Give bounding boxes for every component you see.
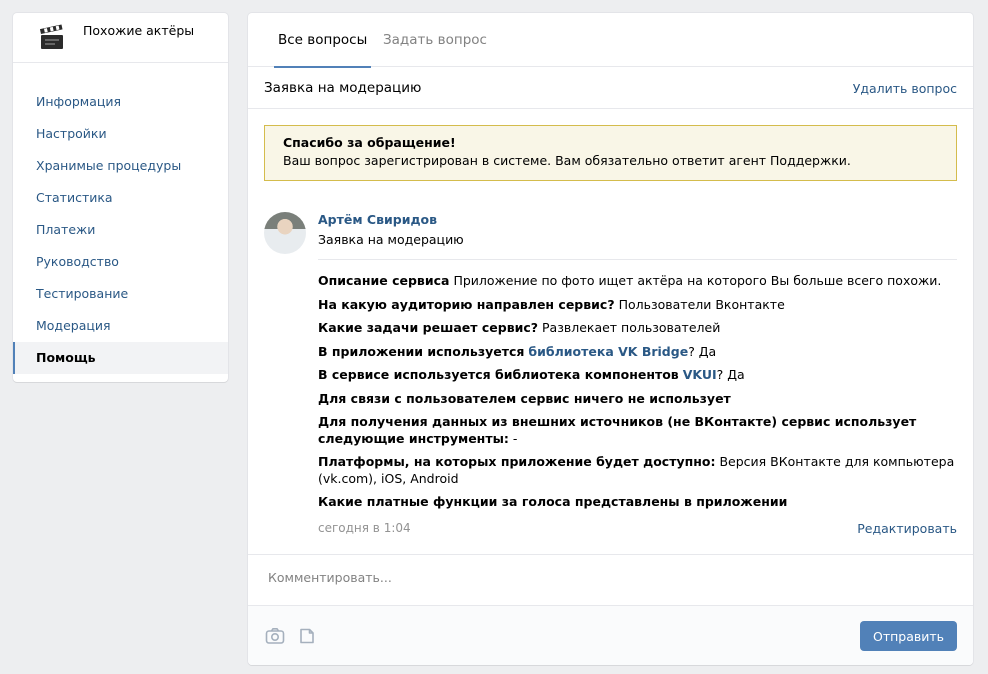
field-vk-bridge: В приложении используется библиотека VK … bbox=[318, 344, 958, 361]
notice-text: Ваш вопрос зарегистрирован в системе. Ва… bbox=[283, 153, 851, 168]
tabs-bar: Все вопросы Задать вопрос bbox=[248, 13, 973, 68]
field-value: Приложение по фото ищет актёра на которо… bbox=[453, 273, 942, 288]
sidebar-menu: Информация Настройки Хранимые процедуры … bbox=[13, 63, 228, 374]
sidebar-item-info[interactable]: Информация bbox=[13, 86, 228, 118]
ticket-title: Заявка на модерацию bbox=[264, 80, 422, 96]
field-value: Пользователи Вконтакте bbox=[618, 296, 785, 312]
field-label: На какую аудиторию направлен сервис? bbox=[318, 296, 615, 312]
camera-icon[interactable] bbox=[264, 625, 286, 647]
field-platforms: Платформы, на которых приложение будет д… bbox=[318, 454, 958, 487]
app-header: Похожие актёры bbox=[13, 13, 228, 63]
sidebar-item-settings[interactable]: Настройки bbox=[13, 118, 228, 150]
field-label: Для получения данных из внешних источник… bbox=[318, 414, 917, 446]
comment-toolbar: Отправить bbox=[248, 606, 973, 665]
field-contact: Для связи с пользователем сервис ничего … bbox=[318, 391, 958, 408]
avatar[interactable] bbox=[264, 212, 306, 254]
ticket-title-row: Заявка на модерацию Удалить вопрос bbox=[248, 67, 973, 109]
send-button[interactable]: Отправить bbox=[860, 621, 957, 651]
field-paid-features: Какие платные функции за голоса представ… bbox=[318, 494, 958, 511]
divider bbox=[318, 259, 957, 260]
help-panel: Все вопросы Задать вопрос Заявка на моде… bbox=[248, 13, 973, 665]
field-value: ? Да bbox=[716, 367, 745, 382]
sidebar-item-help[interactable]: Помощь bbox=[13, 342, 228, 374]
sidebar-item-statistics[interactable]: Статистика bbox=[13, 182, 228, 214]
clapperboard-icon bbox=[36, 22, 68, 54]
field-label: Описание сервиса bbox=[318, 273, 450, 288]
tab-ask-question[interactable]: Задать вопрос bbox=[383, 13, 487, 67]
sidebar-item-guide[interactable]: Руководство bbox=[13, 246, 228, 278]
app-name: Похожие актёры bbox=[83, 23, 195, 38]
field-vkui: В сервисе используется библиотека компон… bbox=[318, 367, 958, 384]
field-value: Развлекает пользователей bbox=[542, 320, 721, 335]
delete-question-link[interactable]: Удалить вопрос bbox=[853, 81, 957, 96]
notice-box: Спасибо за обращение! Ваш вопрос зарегис… bbox=[264, 125, 957, 181]
field-value: - bbox=[512, 430, 518, 446]
field-label: В сервисе используется библиотека компон… bbox=[318, 367, 679, 382]
field-label: Какие платные функции за голоса представ… bbox=[318, 494, 788, 509]
sidebar-item-stored-procedures[interactable]: Хранимые процедуры bbox=[13, 150, 228, 182]
field-label: Платформы, на которых приложение будет д… bbox=[318, 454, 716, 469]
field-label: Для связи с пользователем сервис ничего … bbox=[318, 390, 731, 406]
sidebar-item-moderation[interactable]: Модерация bbox=[13, 310, 228, 342]
app-sidebar: Похожие актёры Информация Настройки Хран… bbox=[13, 13, 228, 382]
vk-bridge-link[interactable]: библиотека VK Bridge bbox=[528, 344, 688, 359]
field-label: Какие задачи решает сервис? bbox=[318, 320, 539, 335]
field-tasks: Какие задачи решает сервис? Развлекает п… bbox=[318, 320, 958, 337]
sidebar-item-payments[interactable]: Платежи bbox=[13, 214, 228, 246]
field-label: В приложении используется bbox=[318, 343, 525, 359]
field-description: Описание сервиса Приложение по фото ищет… bbox=[318, 273, 958, 290]
edit-link[interactable]: Редактировать bbox=[857, 521, 957, 536]
message-fields: Описание сервиса Приложение по фото ищет… bbox=[318, 273, 958, 518]
field-audience: На какую аудиторию направлен сервис? Пол… bbox=[318, 297, 958, 314]
field-external-sources: Для получения данных из внешних источник… bbox=[318, 414, 958, 447]
document-icon[interactable] bbox=[296, 625, 318, 647]
comment-input[interactable]: Комментировать... bbox=[248, 554, 973, 606]
message-author[interactable]: Артём Свиридов bbox=[318, 212, 437, 227]
notice-title: Спасибо за обращение! bbox=[283, 135, 456, 150]
sidebar-item-testing[interactable]: Тестирование bbox=[13, 278, 228, 310]
message-date: сегодня в 1:04 bbox=[318, 521, 411, 535]
vkui-link[interactable]: VKUI bbox=[683, 367, 717, 382]
field-value: ? Да bbox=[688, 343, 717, 359]
message-subject: Заявка на модерацию bbox=[318, 232, 464, 247]
tab-all-questions[interactable]: Все вопросы bbox=[273, 13, 372, 68]
